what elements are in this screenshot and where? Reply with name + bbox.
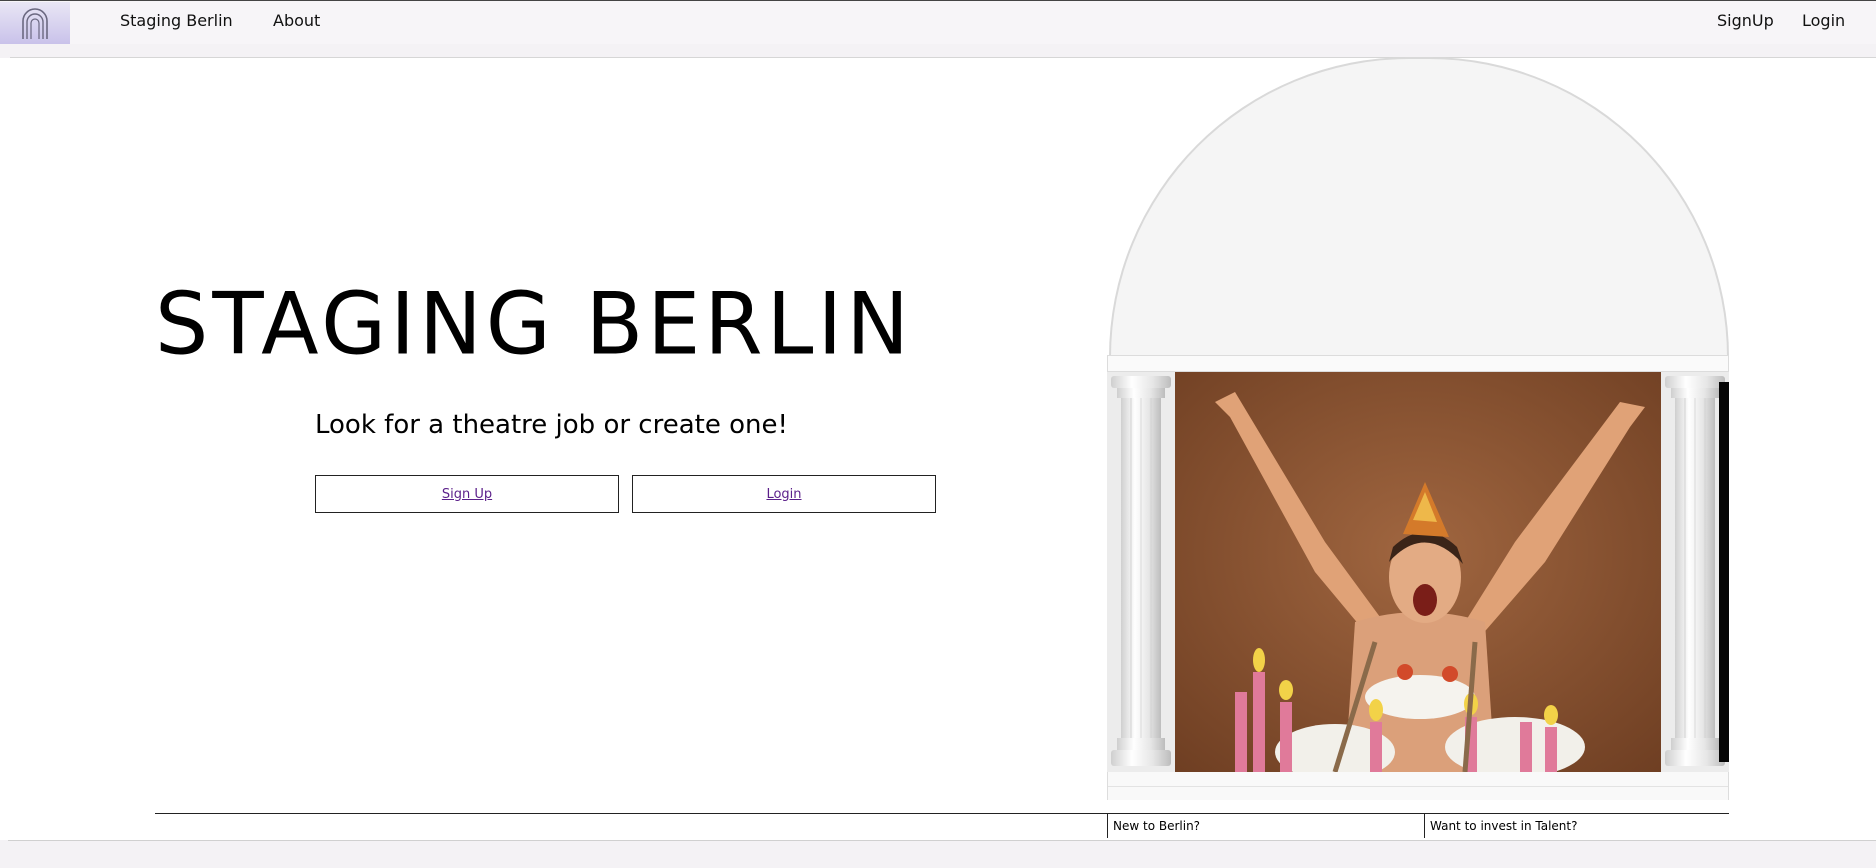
nav-brand-link[interactable]: Staging Berlin bbox=[120, 11, 233, 30]
stage-shadow bbox=[1719, 382, 1729, 762]
arch-ledge bbox=[1107, 355, 1729, 372]
home-logo-link[interactable] bbox=[0, 2, 70, 44]
stage-arch-illustration bbox=[1109, 57, 1729, 357]
invest-in-talent-link[interactable]: Want to invest in Talent? bbox=[1424, 814, 1729, 838]
stage-base bbox=[1107, 772, 1729, 800]
hero-title: STAGING BERLIN bbox=[155, 274, 914, 374]
nav-about-link[interactable]: About bbox=[273, 11, 320, 30]
new-to-berlin-link[interactable]: New to Berlin? bbox=[1107, 814, 1425, 838]
theatre-arch-logo-icon bbox=[22, 8, 48, 39]
page-bottom-bar bbox=[0, 840, 1876, 868]
hero-subtitle: Look for a theatre job or create one! bbox=[315, 410, 788, 440]
performer-photo bbox=[1175, 372, 1661, 772]
nav-signup-link[interactable]: SignUp bbox=[1717, 11, 1774, 30]
nav-divider bbox=[0, 44, 1876, 58]
top-nav: Staging Berlin About SignUp Login bbox=[0, 0, 1876, 44]
login-button[interactable]: Login bbox=[632, 475, 936, 513]
left-column-icon bbox=[1107, 372, 1175, 772]
nav-login-link[interactable]: Login bbox=[1802, 11, 1845, 30]
stage-frame bbox=[1107, 372, 1729, 772]
signup-button[interactable]: Sign Up bbox=[315, 475, 619, 513]
